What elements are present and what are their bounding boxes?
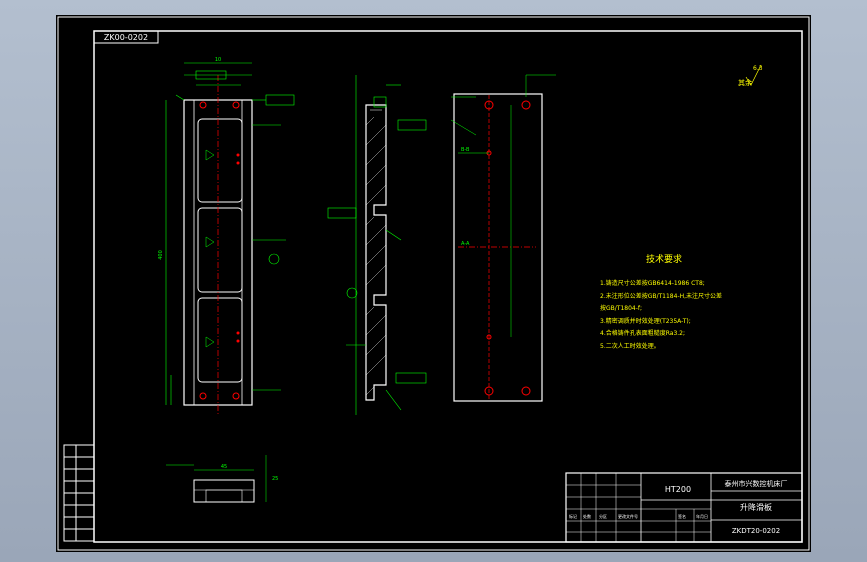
side-section-view[interactable] bbox=[327, 75, 427, 415]
roughness-value: 6.3 bbox=[753, 65, 763, 72]
back-view[interactable]: B-B A-A bbox=[450, 74, 556, 402]
tech-title: 技术要求 bbox=[646, 253, 682, 265]
tolerance-frame bbox=[327, 207, 357, 219]
hole-small bbox=[236, 339, 240, 343]
side-profile bbox=[365, 104, 387, 401]
note-b: B-B bbox=[461, 147, 470, 153]
hole bbox=[232, 101, 240, 109]
roughness-mark bbox=[205, 149, 215, 161]
detail-view[interactable]: 45 25 bbox=[166, 455, 278, 503]
back-outline bbox=[453, 93, 543, 402]
leader bbox=[385, 229, 402, 241]
leader bbox=[385, 389, 402, 411]
hole-small bbox=[236, 161, 240, 165]
drawing-number: ZKDT20-0202 bbox=[732, 527, 780, 535]
front-view[interactable]: 10 400 bbox=[158, 57, 295, 415]
detail-slot bbox=[205, 489, 243, 503]
hole bbox=[199, 101, 207, 109]
dim-top-width: 10 bbox=[215, 57, 221, 63]
title-cell: 签名 bbox=[678, 513, 686, 519]
roughness-mark bbox=[205, 236, 215, 248]
tech-item: 2.未注形位公差按GB/T1184-H,未注尺寸公差 bbox=[600, 292, 722, 300]
leader bbox=[450, 119, 477, 136]
hole-small bbox=[236, 331, 240, 335]
roughness-symbol: 其余 6.3 bbox=[738, 64, 763, 87]
datum-circle bbox=[268, 253, 280, 265]
detail-outline bbox=[193, 479, 255, 503]
tech-requirements: 技术要求 1.铸造尺寸公差按GB6414-1986 CT8; 2.未注形位公差按… bbox=[600, 253, 722, 350]
tech-item: 按GB/T1804-f; bbox=[600, 304, 642, 312]
roughness-mark bbox=[205, 336, 215, 348]
tolerance-frame bbox=[265, 94, 295, 106]
material: HT200 bbox=[665, 485, 691, 494]
dim-detail-height: 25 bbox=[272, 476, 278, 482]
tech-item: 5.二次人工时效处理。 bbox=[600, 342, 660, 350]
hole bbox=[521, 100, 531, 110]
side-revision-table bbox=[63, 444, 95, 542]
datum-circle bbox=[346, 287, 358, 299]
roughness-label: 其余 bbox=[738, 78, 752, 87]
company-name: 泰州市兴数控机床厂 bbox=[725, 479, 788, 488]
hole bbox=[232, 392, 240, 400]
title-cell: 更改文件号 bbox=[618, 513, 638, 519]
tech-item: 1.铸造尺寸公差按GB6414-1986 CT8; bbox=[600, 279, 705, 287]
pocket-1 bbox=[197, 118, 243, 203]
tolerance-frame bbox=[397, 119, 427, 131]
section-hatching bbox=[365, 116, 387, 396]
leader bbox=[175, 94, 185, 101]
tolerance-frame bbox=[395, 372, 427, 384]
dim-overall-height: 400 bbox=[158, 250, 164, 260]
pocket-3 bbox=[197, 297, 243, 383]
note-a: A-A bbox=[461, 241, 470, 247]
drawing-canvas[interactable]: ZK00-0202 10 400 B-B A-A 其余 6.3 技术要求 1.铸… bbox=[56, 15, 811, 552]
drawing-sheet[interactable]: ZK00-0202 10 400 B-B A-A 其余 6.3 技术要求 1.铸… bbox=[56, 15, 811, 552]
hole bbox=[521, 386, 531, 396]
corner-code: ZK00-0202 bbox=[104, 33, 148, 42]
tech-item: 4.合格铸件孔表面粗糙度Ra3.2; bbox=[600, 329, 685, 337]
title-cell: 分区 bbox=[599, 513, 607, 519]
dim-detail-width: 45 bbox=[221, 464, 227, 470]
part-name: 升降滑板 bbox=[740, 502, 772, 512]
tech-item: 3.精密调质并时效处理(T235A-T); bbox=[600, 317, 691, 325]
cad-viewport: ZK00-0202 10 400 B-B A-A 其余 6.3 技术要求 1.铸… bbox=[0, 0, 867, 562]
title-cell: 标记 bbox=[569, 513, 577, 519]
title-cell: 处数 bbox=[583, 513, 591, 519]
hole bbox=[199, 392, 207, 400]
title-cell: 年月日 bbox=[696, 513, 708, 519]
hole-small bbox=[236, 153, 240, 157]
title-block: HT200 泰州市兴数控机床厂 升降滑板 ZKDT20-0202 标记 处数 分… bbox=[565, 472, 803, 543]
pocket-2 bbox=[197, 207, 243, 293]
